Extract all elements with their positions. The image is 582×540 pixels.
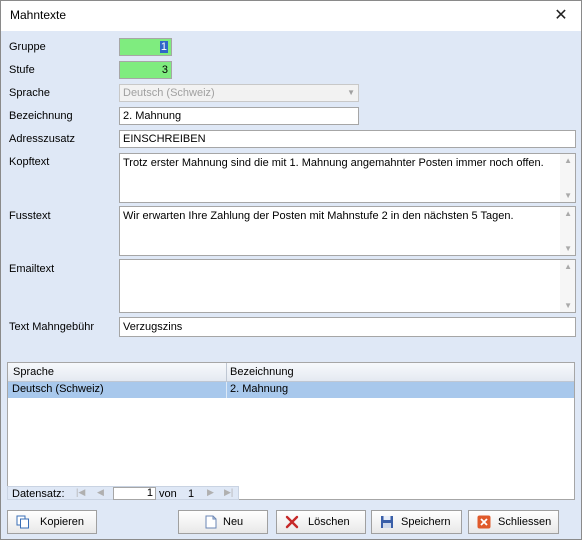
stufe-field[interactable]: 3 [119, 61, 172, 79]
kopftext-value: Trotz erster Mahnung sind die mit 1. Mah… [123, 157, 544, 169]
emailtext-label: Emailtext [9, 263, 55, 275]
client-area: Gruppe 1 Stufe 3 Sprache Deutsch (Schwei… [1, 31, 581, 539]
scroll-down-icon[interactable]: ▼ [564, 191, 572, 200]
scroll-down-icon[interactable]: ▼ [564, 301, 572, 310]
fusstext-value: Wir erwarten Ihre Zahlung der Posten mit… [123, 210, 514, 222]
of-label: von [159, 488, 177, 500]
neu-label: Neu [223, 516, 244, 528]
title-bar: Mahntexte ✕ [1, 1, 581, 31]
scroll-down-icon[interactable]: ▼ [564, 244, 572, 253]
sprache-dropdown[interactable]: Deutsch (Schweiz) ▼ [119, 84, 359, 102]
emailtext-memo[interactable]: ▲ ▼ [119, 259, 576, 313]
bezeichnung-field[interactable]: 2. Mahnung [119, 107, 359, 125]
mahntexte-window: Mahntexte ✕ Gruppe 1 Stufe 3 Sprache Deu… [0, 0, 582, 540]
gruppe-field[interactable]: 1 [119, 38, 172, 56]
column-header-sprache[interactable]: Sprache [13, 366, 54, 378]
scroll-up-icon[interactable]: ▲ [564, 209, 572, 218]
kopieren-label: Kopieren [40, 516, 85, 528]
speichern-label: Speichern [401, 516, 451, 528]
close-icon[interactable]: ✕ [541, 1, 581, 31]
new-document-icon [205, 515, 217, 529]
navigator-bar: Datensatz: |◀ ◀ 1 von 1 ▶ ▶| [7, 486, 239, 500]
navigator-label: Datensatz: [12, 488, 65, 500]
stufe-label: Stufe [9, 64, 35, 76]
fusstext-scrollbar[interactable]: ▲ ▼ [560, 207, 575, 255]
translations-grid: Sprache Bezeichnung Deutsch (Schweiz) 2.… [7, 362, 575, 500]
table-row[interactable]: Deutsch (Schweiz) 2. Mahnung [8, 382, 574, 398]
fusstext-memo[interactable]: Wir erwarten Ihre Zahlung der Posten mit… [119, 206, 576, 256]
save-icon [381, 516, 393, 528]
record-navigator: Datensatz: |◀ ◀ 1 von 1 ▶ ▶| [7, 486, 575, 502]
sprache-label: Sprache [9, 87, 50, 99]
schliessen-label: Schliessen [498, 516, 552, 528]
grid-header: Sprache Bezeichnung [8, 363, 574, 382]
first-record-icon[interactable]: |◀ [76, 487, 85, 498]
chevron-down-icon: ▼ [347, 88, 355, 97]
gruppe-label: Gruppe [9, 41, 46, 53]
last-record-icon[interactable]: ▶| [224, 487, 233, 498]
scroll-up-icon[interactable]: ▲ [564, 262, 572, 271]
text-mahngebuehr-label: Text Mahngebühr [9, 321, 94, 333]
kopieren-button[interactable]: Kopieren [7, 510, 97, 534]
loeschen-label: Löschen [308, 516, 350, 528]
cell-sprache: Deutsch (Schweiz) [12, 383, 104, 395]
total-records: 1 [188, 488, 195, 500]
text-mahngebuehr-field[interactable]: Verzugszins [119, 317, 576, 337]
cell-bezeichnung: 2. Mahnung [230, 383, 289, 395]
column-header-bezeichnung[interactable]: Bezeichnung [230, 366, 294, 378]
loeschen-button[interactable]: Löschen [276, 510, 366, 534]
speichern-button[interactable]: Speichern [371, 510, 462, 534]
kopftext-label: Kopftext [9, 156, 50, 168]
delete-x-icon [285, 515, 299, 529]
adresszusatz-label: Adresszusatz [9, 133, 76, 145]
fusstext-label: Fusstext [9, 210, 51, 222]
record-number-input[interactable]: 1 [113, 487, 156, 500]
window-title: Mahntexte [10, 8, 67, 22]
emailtext-scrollbar[interactable]: ▲ ▼ [560, 260, 575, 312]
bezeichnung-label: Bezeichnung [9, 110, 73, 122]
kopftext-memo[interactable]: Trotz erster Mahnung sind die mit 1. Mah… [119, 153, 576, 203]
copy-icon [16, 515, 29, 529]
scroll-up-icon[interactable]: ▲ [564, 156, 572, 165]
schliessen-button[interactable]: Schliessen [468, 510, 559, 534]
kopftext-scrollbar[interactable]: ▲ ▼ [560, 154, 575, 202]
prev-record-icon[interactable]: ◀ [97, 487, 104, 498]
next-record-icon[interactable]: ▶ [207, 487, 214, 498]
adresszusatz-field[interactable]: EINSCHREIBEN [119, 130, 576, 148]
close-window-icon [477, 515, 491, 529]
neu-button[interactable]: Neu [178, 510, 268, 534]
sprache-value: Deutsch (Schweiz) [123, 87, 215, 99]
